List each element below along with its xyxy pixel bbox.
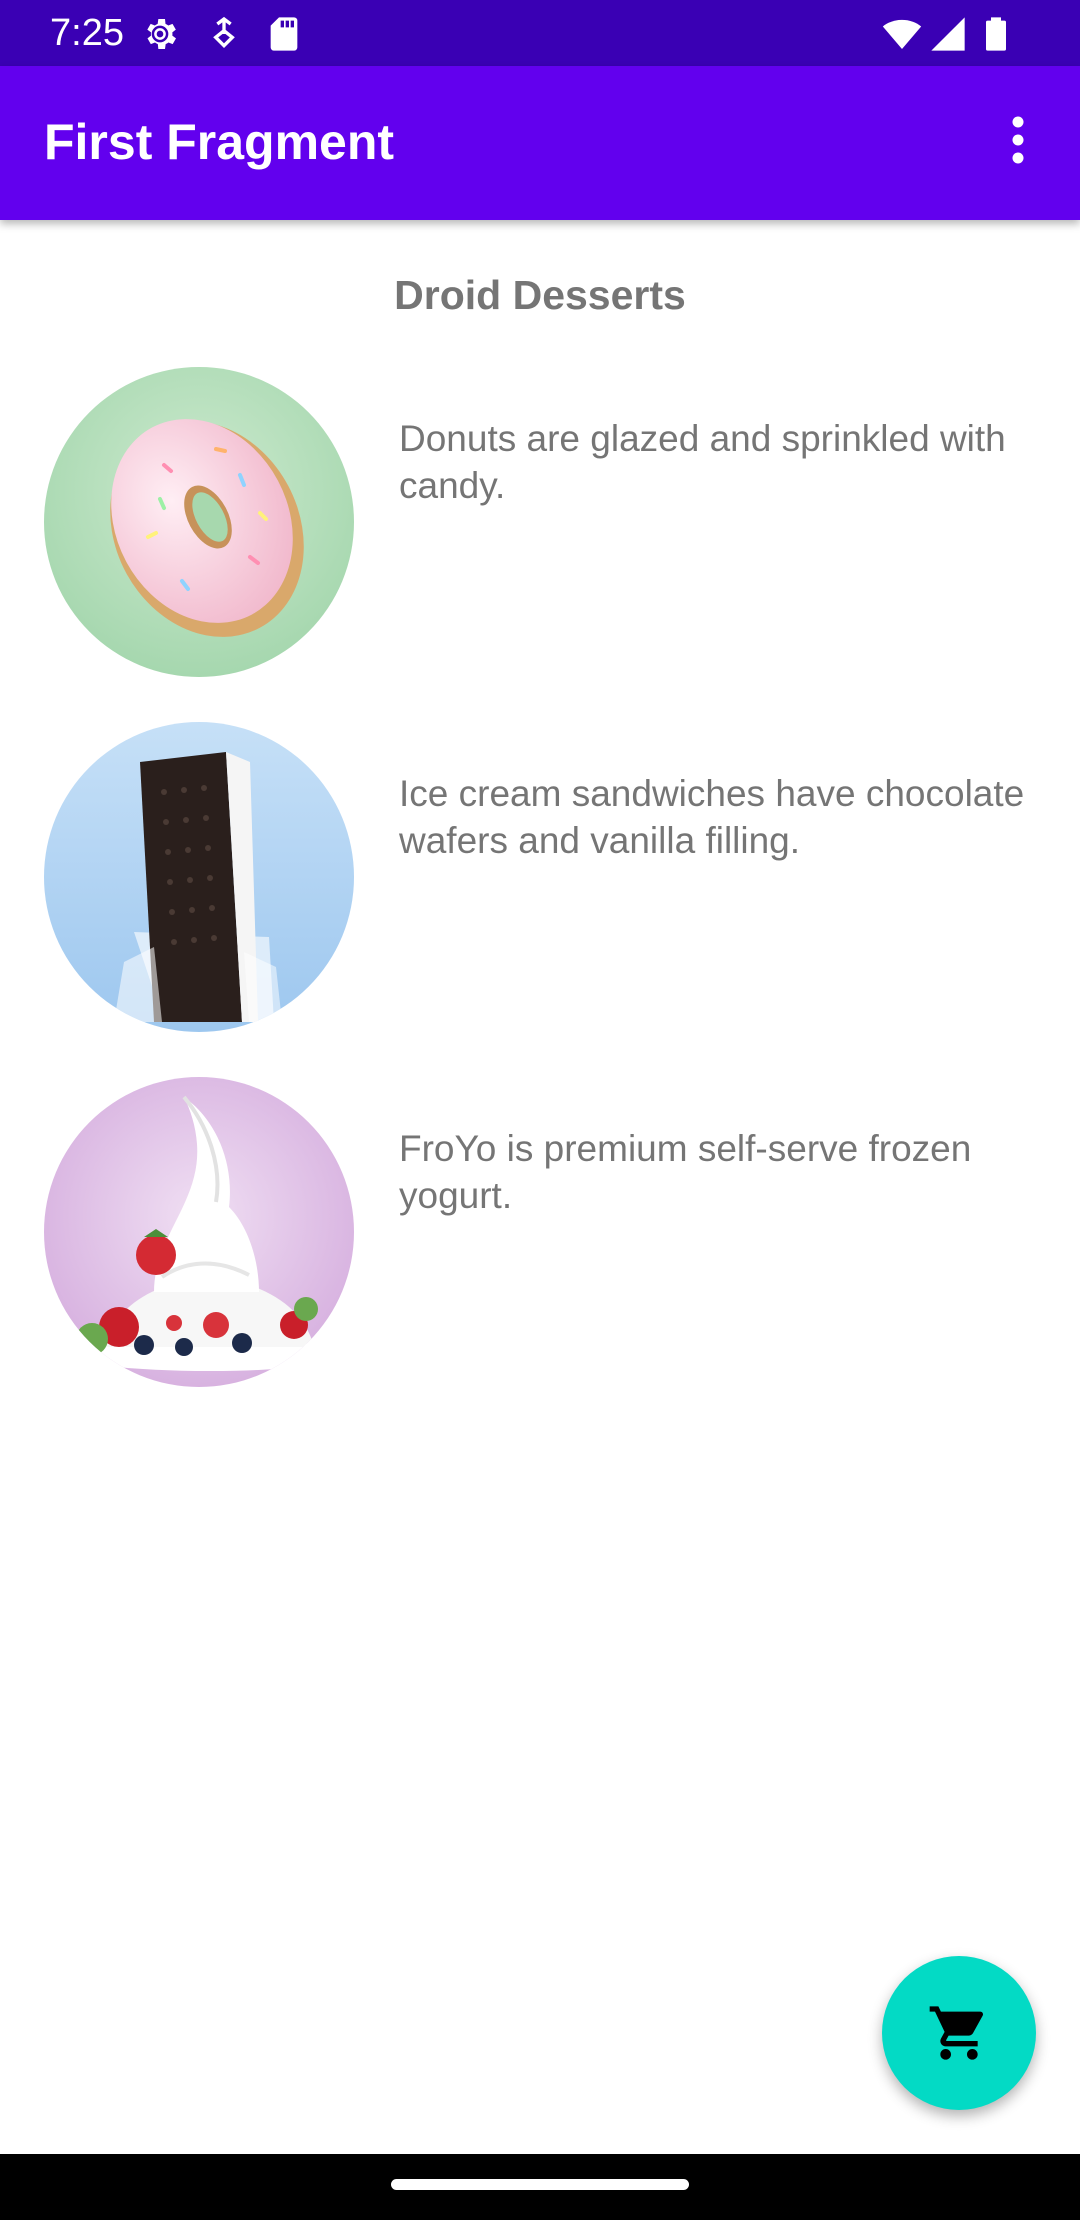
app-title: First Fragment — [44, 114, 395, 170]
status-time: 7:25 — [50, 12, 124, 54]
dessert-description: Donuts are glazed and sprinkled with can… — [399, 418, 1006, 506]
more-vert-icon[interactable] — [988, 110, 1048, 170]
dessert-description: Ice cream sandwiches have chocolate wafe… — [399, 773, 1025, 861]
navigation-bar — [0, 2154, 1080, 2220]
dessert-description: FroYo is premium self-serve frozen yogur… — [399, 1128, 972, 1216]
app-bar: First Fragment — [0, 66, 1080, 220]
page-title: Droid Desserts — [394, 272, 686, 318]
ice-cream-sandwich-image[interactable] — [44, 722, 354, 1032]
cart-fab-button[interactable] — [882, 1956, 1036, 2110]
froyo-image[interactable] — [44, 1077, 354, 1387]
status-bar: 7:25 — [0, 0, 1080, 66]
list-item: Donuts are glazed and sprinkled with can… — [0, 367, 1080, 687]
wifi-icon — [880, 14, 924, 54]
donut-image[interactable] — [44, 367, 354, 677]
settings-gear-icon — [140, 14, 180, 54]
usb-debug-icon — [204, 14, 244, 54]
battery-icon — [976, 14, 1016, 54]
list-item: Ice cream sandwiches have chocolate wafe… — [0, 722, 1080, 1042]
cell-signal-icon — [928, 14, 968, 54]
list-item: FroYo is premium self-serve frozen yogur… — [0, 1077, 1080, 1397]
dessert-list: Droid Desserts Donuts are glazed and spr… — [0, 220, 1080, 2154]
home-gesture-handle[interactable] — [391, 2179, 689, 2190]
sd-card-icon — [264, 14, 304, 54]
shopping-cart-icon — [929, 2006, 984, 2060]
